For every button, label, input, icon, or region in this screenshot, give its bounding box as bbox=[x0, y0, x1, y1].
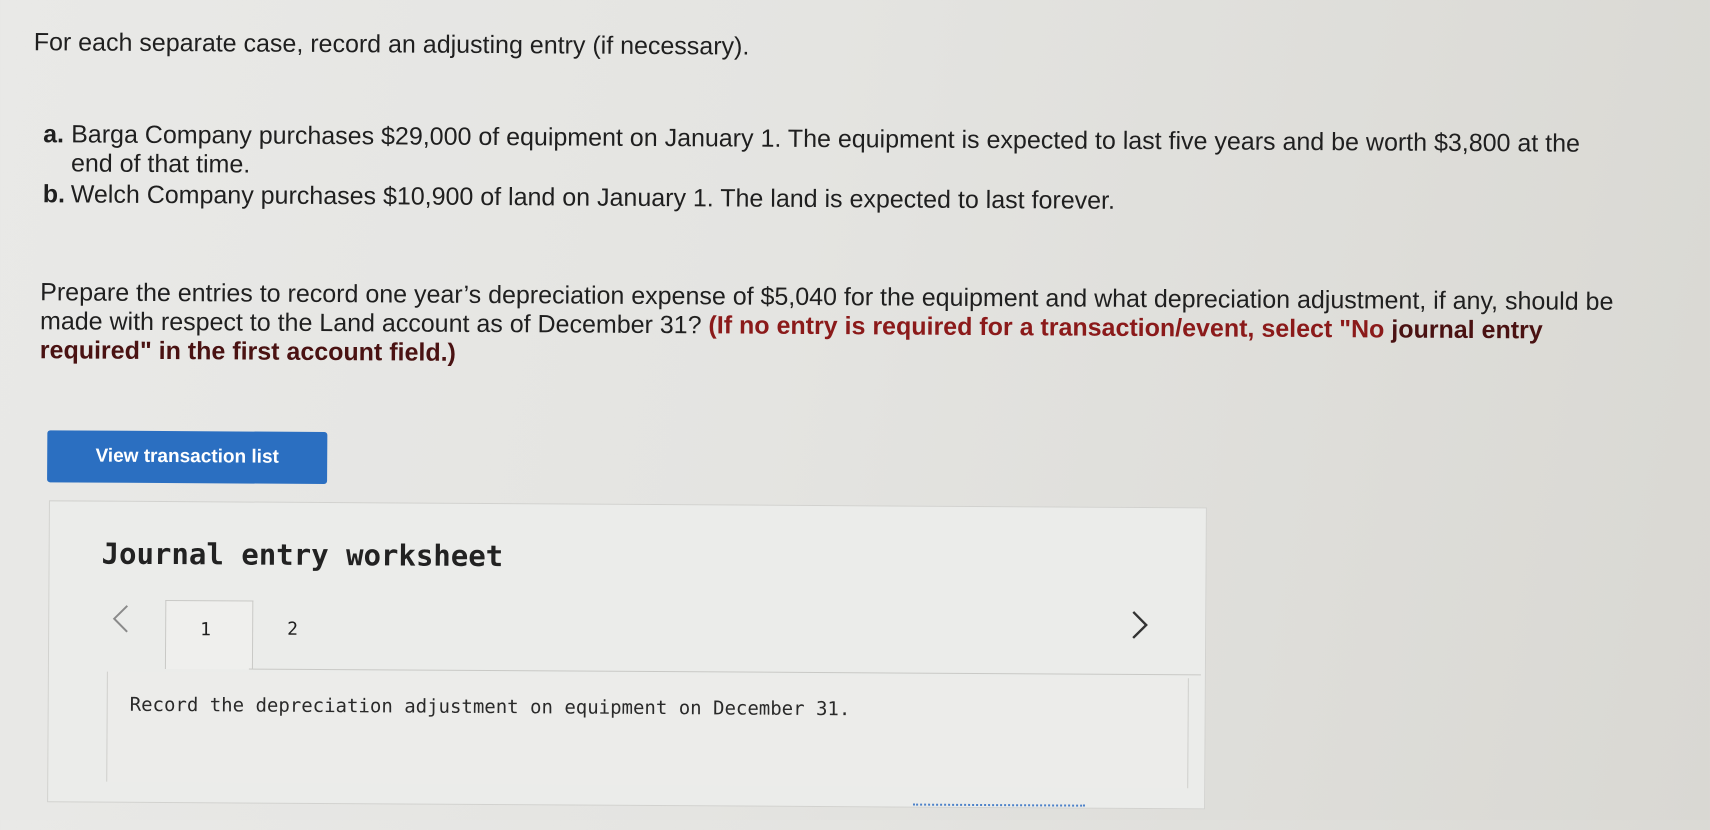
case-text: Barga Company purchases $29,000 of equip… bbox=[70, 120, 1581, 179]
prepare-question: Prepare the entries to record one year’s… bbox=[40, 278, 1621, 375]
view-transaction-list-button[interactable]: View transaction list bbox=[47, 430, 328, 485]
case-list: a. Barga Company purchases $29,000 of eq… bbox=[43, 120, 1584, 220]
case-letter: b. bbox=[42, 180, 66, 209]
instruction-text: For each separate case, record an adjust… bbox=[33, 28, 750, 61]
case-letter: a. bbox=[43, 120, 65, 149]
tab-1[interactable]: 1 bbox=[164, 600, 254, 670]
chevron-left-icon[interactable] bbox=[109, 602, 131, 642]
prepare-note-part1: (If no entry is required for a transacti… bbox=[708, 311, 1385, 344]
tab-label: 1 bbox=[200, 619, 212, 641]
record-instruction-panel: Record the depreciation adjustment on eq… bbox=[106, 671, 1189, 789]
worksheet-title: Journal entry worksheet bbox=[101, 536, 504, 574]
chevron-right-icon[interactable] bbox=[1129, 608, 1151, 648]
case-item-a: a. Barga Company purchases $29,000 of eq… bbox=[43, 120, 1583, 187]
page: For each separate case, record an adjust… bbox=[0, 0, 1710, 830]
record-instruction-text: Record the depreciation adjustment on eq… bbox=[129, 693, 851, 721]
journal-entry-worksheet: Journal entry worksheet 1 2 Record the d… bbox=[47, 500, 1207, 810]
tab-2[interactable]: 2 bbox=[253, 601, 339, 670]
tab-label: 2 bbox=[287, 618, 299, 640]
dotted-input-field[interactable] bbox=[913, 803, 1086, 821]
